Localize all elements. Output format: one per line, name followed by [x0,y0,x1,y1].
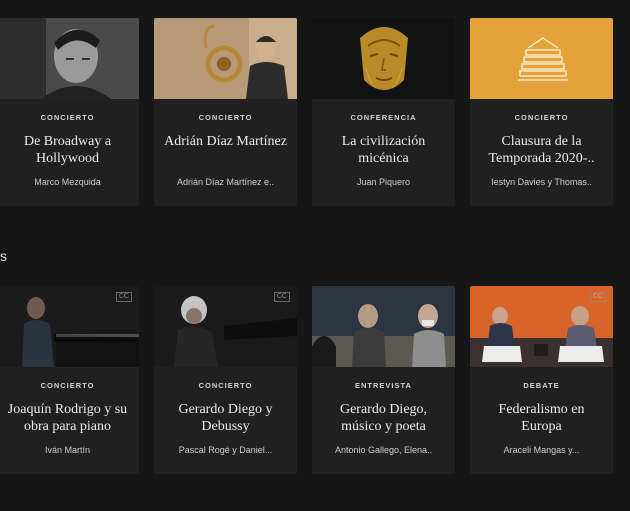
card-thumbnail: CC [0,286,139,367]
card-title[interactable]: Federalismo en Europa [478,401,605,435]
card-thumbnail [312,286,455,367]
card-subtitle: Iestyn Davies y Thomas.. [491,177,592,187]
card-title[interactable]: Adrián Díaz Martínez [162,133,289,150]
card-thumbnail: CC [470,286,613,367]
card-subtitle: Juan Piquero [356,177,411,187]
section-heading: s [0,248,7,264]
card-subtitle: Antonio Gallego, Elena.. [334,445,433,455]
card-subtitle: Adrián Díaz Martínez e.. [176,177,275,187]
event-card[interactable]: CONFERENCIA La civilización micénica Jua… [312,18,455,206]
card-category: CONCIERTO [40,113,95,122]
card-thumbnail [154,18,297,99]
card-category: CONCIERTO [514,113,569,122]
event-card[interactable]: CC DEBATE Federalismo en Europa Araceli … [470,286,613,474]
card-title[interactable]: De Broadway a Hollywood [4,133,131,167]
event-card[interactable]: ENTREVISTA Gerardo Diego, músico y poeta… [312,286,455,474]
card-title[interactable]: Clausura de la Temporada 2020-.. [478,133,605,167]
card-title[interactable]: Gerardo Diego y Debussy [162,401,289,435]
event-card[interactable]: CC CONCIERTO Joaquín Rodrigo y su obra p… [0,286,139,474]
event-card[interactable]: CONCIERTO De Broadway a Hollywood Marco … [0,18,139,206]
card-category: DEBATE [523,381,560,390]
card-category: CONFERENCIA [350,113,417,122]
card-category: CONCIERTO [198,113,253,122]
event-card[interactable]: CONCIERTO Clausura de la Temporada 2020-… [470,18,613,206]
cc-icon: CC [115,292,132,302]
card-subtitle: Araceli Mangas y... [503,445,580,455]
cc-icon: CC [273,292,290,302]
event-card[interactable]: CC CONCIERTO Gerardo Diego y Debussy Pas… [154,286,297,474]
card-title[interactable]: La civilización micénica [320,133,447,167]
card-subtitle: Pascal Rogé y Daniel... [178,445,273,455]
card-title[interactable]: Joaquín Rodrigo y su obra para piano [4,401,131,435]
card-category: ENTREVISTA [355,381,412,390]
card-thumbnail [312,18,455,99]
card-thumbnail: CC [154,286,297,367]
card-subtitle: Iván Martín [44,445,91,455]
building-icon [470,18,613,99]
card-thumbnail [0,18,139,99]
card-title[interactable]: Gerardo Diego, músico y poeta [320,401,447,435]
cc-icon: CC [589,292,606,302]
event-card[interactable]: CONCIERTO Adrián Díaz Martínez Adrián Dí… [154,18,297,206]
card-subtitle: Marco Mezquida [34,177,101,187]
card-category: CONCIERTO [198,381,253,390]
card-category: CONCIERTO [40,381,95,390]
